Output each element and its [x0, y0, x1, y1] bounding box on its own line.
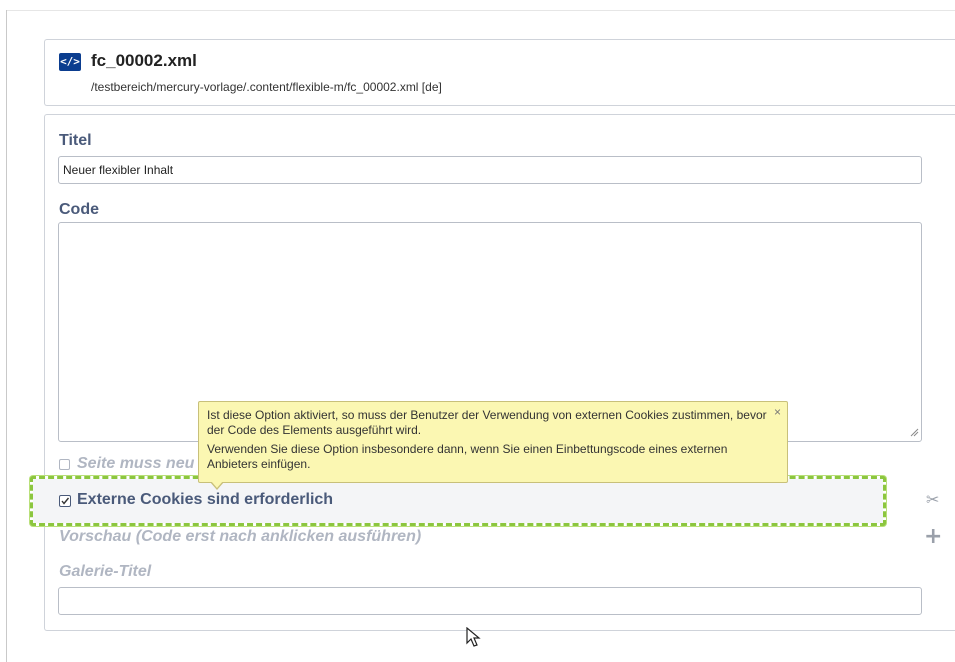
gallery-title-input[interactable] — [58, 587, 922, 615]
cookies-checkbox[interactable] — [59, 495, 71, 507]
add-icon[interactable]: + — [924, 524, 942, 549]
check-icon — [61, 497, 70, 505]
reload-checkbox[interactable] — [59, 459, 70, 470]
title-label: Titel — [59, 132, 92, 149]
cookies-label: Externe Cookies sind erforderlich — [77, 491, 334, 508]
file-header: </> fc_00002.xml /testbereich/mercury-vo… — [44, 39, 955, 106]
file-title: fc_00002.xml — [91, 51, 197, 70]
top-divider — [6, 10, 955, 11]
preview-label: Vorschau (Code erst nach anklicken ausfü… — [59, 528, 422, 545]
tooltip-text-1: Ist diese Option aktiviert, so muss der … — [207, 408, 767, 437]
close-icon[interactable]: × — [774, 405, 781, 420]
left-divider — [6, 10, 7, 662]
file-path: /testbereich/mercury-vorlage/.content/fl… — [91, 80, 442, 94]
title-input[interactable] — [58, 156, 922, 184]
code-label: Code — [59, 201, 99, 218]
scissors-icon[interactable]: ✂ — [926, 490, 939, 509]
tooltip-text-2: Verwenden Sie diese Option insbesondere … — [207, 442, 728, 471]
tooltip-arrow-inner — [211, 481, 223, 488]
reload-label: Seite muss neu — [77, 455, 195, 472]
resize-handle-icon[interactable] — [909, 427, 919, 437]
mouse-cursor-icon — [466, 627, 481, 647]
help-tooltip: × Ist diese Option aktiviert, so muss de… — [198, 401, 788, 483]
code-file-icon: </> — [59, 53, 81, 71]
gallery-title-label: Galerie-Titel — [59, 563, 152, 580]
